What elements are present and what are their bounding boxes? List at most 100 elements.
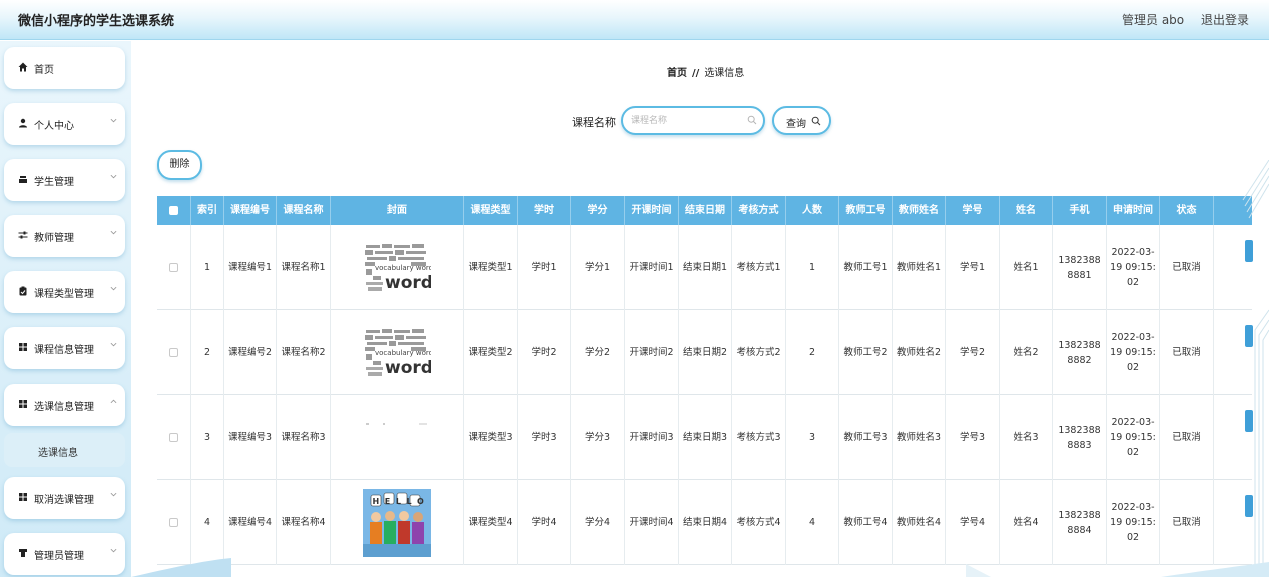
column-header: 考核方式 — [732, 196, 786, 225]
cell-credit: 学分1 — [571, 225, 625, 310]
table-row[interactable]: 3 课程编号3 课程名称3 课程类型3 学时3 学分3 开课时间3 结束日期3 … — [157, 395, 1252, 480]
column-header: 学时 — [518, 196, 571, 225]
cell-teacher-no: 教师工号1 — [839, 225, 893, 310]
chevron-down-icon — [110, 492, 117, 497]
cell-count: 1 — [786, 225, 839, 310]
row-checkbox[interactable] — [169, 348, 178, 357]
cell-phone: 13823888882 — [1053, 310, 1107, 395]
app-title: 微信小程序的学生选课系统 — [18, 14, 175, 29]
column-header: 教师姓名 — [893, 196, 946, 225]
sidebar-item-label: 首页 — [34, 65, 54, 76]
sidebar-item-label: 学生管理 — [34, 177, 74, 188]
home-icon — [17, 61, 29, 73]
table-row[interactable]: 2 课程编号2 课程名称2 vocabulary words words 课程类… — [157, 310, 1252, 395]
search-button-label: 查询 — [786, 119, 806, 130]
sliders-icon — [17, 229, 29, 241]
column-header: 姓名 — [1000, 196, 1053, 225]
cell-hours: 学时4 — [518, 480, 571, 565]
chevron-down-icon — [110, 174, 117, 179]
logout-link[interactable]: 退出登录 — [1201, 11, 1249, 28]
column-header: 手机 — [1053, 196, 1107, 225]
delete-button[interactable]: 删除 — [157, 150, 202, 180]
cell-start-time: 开课时间4 — [625, 480, 679, 565]
sidebar-item-course-type-management[interactable]: 课程类型管理 — [4, 271, 125, 313]
sidebar-item-admin-management[interactable]: 管理员管理 — [4, 533, 125, 575]
cell-start-time: 开课时间3 — [625, 395, 679, 480]
row-checkbox-cell[interactable] — [157, 395, 191, 480]
grid-icon — [17, 341, 29, 353]
cell-hours: 学时1 — [518, 225, 571, 310]
sidebar-item-selection-info-management[interactable]: 选课信息管理 — [4, 384, 125, 426]
row-checkbox[interactable] — [169, 433, 178, 442]
sidebar-item-student-management[interactable]: 学生管理 — [4, 159, 125, 201]
column-header: 课程名称 — [277, 196, 331, 225]
cell-teacher-no: 教师工号4 — [839, 480, 893, 565]
column-header: 课程编号 — [224, 196, 277, 225]
search-icon — [747, 115, 757, 125]
sidebar-item-label: 课程信息管理 — [34, 345, 94, 356]
column-header: 状态 — [1160, 196, 1214, 225]
cell-teacher-name: 教师姓名4 — [893, 480, 946, 565]
cell-cover: vocabulary words words — [331, 310, 464, 395]
cell-credit: 学分4 — [571, 480, 625, 565]
cover-image-empty — [366, 422, 427, 425]
cell-course-type: 课程类型3 — [464, 395, 518, 480]
search-field[interactable] — [621, 106, 765, 135]
sidebar-subitem-selection-info[interactable]: 选课信息 — [4, 433, 125, 467]
row-checkbox[interactable] — [169, 518, 178, 527]
sidebar-item-label: 教师管理 — [34, 233, 74, 244]
cover-image-text: vocabulary words — [375, 264, 431, 272]
search-button[interactable]: 查询 — [772, 106, 831, 135]
select-all-cell[interactable] — [157, 196, 191, 225]
cell-teacher-no: 教师工号2 — [839, 310, 893, 395]
column-header: 申请时间 — [1107, 196, 1160, 225]
cell-phone: 13823888883 — [1053, 395, 1107, 480]
cell-count: 3 — [786, 395, 839, 480]
search-label: 课程名称 — [572, 116, 616, 129]
table-row[interactable]: 1 课程编号1 课程名称1 vocabulary words words 课程类… — [157, 225, 1252, 310]
cell-status: 已取消 — [1160, 480, 1214, 565]
cell-credit: 学分3 — [571, 395, 625, 480]
column-header: 教师工号 — [839, 196, 893, 225]
cell-name: 姓名2 — [1000, 310, 1053, 395]
cell-course-name: 课程名称2 — [277, 310, 331, 395]
row-checkbox-cell[interactable] — [157, 480, 191, 565]
column-header: 开课时间 — [625, 196, 679, 225]
sidebar-subitem-label: 选课信息 — [38, 448, 78, 459]
student-icon — [17, 173, 29, 185]
cell-status: 已取消 — [1160, 395, 1214, 480]
cell-name: 姓名3 — [1000, 395, 1053, 480]
chevron-up-icon — [110, 399, 117, 404]
cover-image-vocabulary: vocabulary words words — [363, 326, 431, 379]
chevron-down-icon — [110, 548, 117, 553]
cell-teacher-name: 教师姓名1 — [893, 225, 946, 310]
row-checkbox[interactable] — [169, 263, 178, 272]
cover-image-hello: HELLO — [363, 488, 431, 557]
sidebar-item-home[interactable]: 首页 — [4, 47, 125, 89]
cell-teacher-name: 教师姓名2 — [893, 310, 946, 395]
grid-icon — [17, 491, 29, 503]
cell-course-no: 课程编号2 — [224, 310, 277, 395]
sidebar-item-cancel-selection-management[interactable]: 取消选课管理 — [4, 477, 125, 519]
row-checkbox-cell[interactable] — [157, 310, 191, 395]
cell-course-type: 课程类型2 — [464, 310, 518, 395]
decorative-lines — [1242, 160, 1269, 577]
cell-apply-time: 2022-03-19 09:15:02 — [1107, 480, 1160, 565]
search-input[interactable] — [631, 113, 743, 129]
sidebar-item-personal-center[interactable]: 个人中心 — [4, 103, 125, 145]
table-row[interactable]: 4 课程编号4 课程名称4 HELLO 课程类型4 学时4 学分4 开课时间4 … — [157, 480, 1252, 565]
select-all-checkbox[interactable] — [169, 205, 178, 215]
sidebar: 首页 个人中心 学生管理 教师管理 课程类型管理 课程信息管理 选课信息管理 选… — [0, 41, 131, 577]
cell-course-no: 课程编号4 — [224, 480, 277, 565]
cell-exam: 考核方式3 — [732, 395, 786, 480]
sidebar-item-course-info-management[interactable]: 课程信息管理 — [4, 327, 125, 369]
cell-hours: 学时3 — [518, 395, 571, 480]
row-checkbox-cell[interactable] — [157, 225, 191, 310]
breadcrumb-separator: // — [692, 68, 700, 79]
cover-image-text: vocabulary words — [375, 349, 431, 357]
breadcrumb-home[interactable]: 首页 — [667, 68, 687, 79]
column-header: 学分 — [571, 196, 625, 225]
cell-apply-time: 2022-03-19 09:15:02 — [1107, 395, 1160, 480]
column-header: 课程类型 — [464, 196, 518, 225]
sidebar-item-teacher-management[interactable]: 教师管理 — [4, 215, 125, 257]
